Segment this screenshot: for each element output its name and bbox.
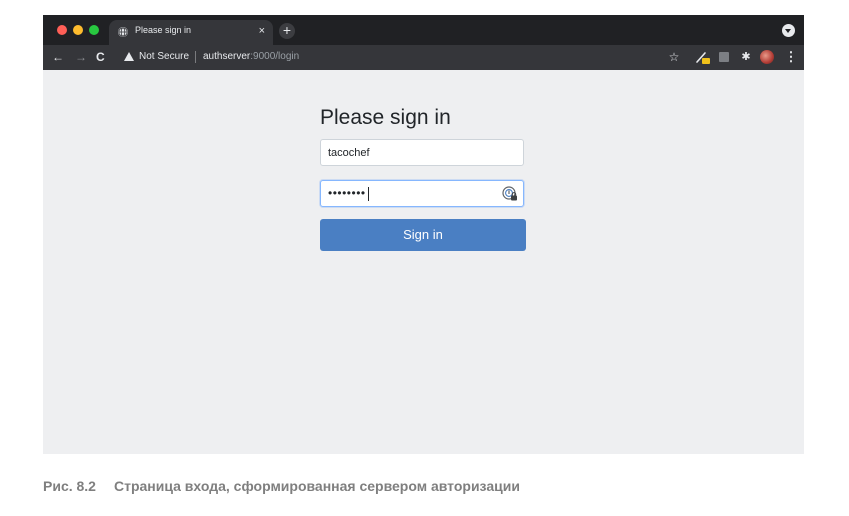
password-input[interactable]: ••••••••: [320, 180, 524, 207]
username-value: tacochef: [328, 147, 370, 159]
extension-square: [719, 52, 729, 62]
tab-search-icon[interactable]: [782, 24, 795, 37]
close-window-button[interactable]: [57, 25, 67, 35]
globe-icon: [118, 27, 128, 37]
username-input[interactable]: tacochef: [320, 139, 524, 166]
address-bar[interactable]: authserver:9000/login: [203, 51, 299, 62]
eyedropper-extension-icon[interactable]: [695, 50, 710, 64]
maximize-window-button[interactable]: [89, 25, 99, 35]
tab-close-icon[interactable]: ×: [259, 24, 265, 38]
figure-caption: Рис. 8.2 Страница входа, сформированная с…: [43, 478, 520, 494]
browser-tab[interactable]: Please sign in ×: [109, 20, 273, 45]
figure-number: Рис. 8.2: [43, 478, 96, 494]
tab-title: Please sign in: [135, 25, 192, 35]
puzzle-icon[interactable]: ✱: [739, 50, 753, 64]
url-path: :9000/login: [250, 51, 300, 62]
minimize-window-button[interactable]: [73, 25, 83, 35]
password-value: ••••••••: [328, 186, 366, 200]
password-manager-icon[interactable]: [502, 186, 518, 202]
forward-arrow-icon[interactable]: →: [75, 49, 87, 65]
bookmark-star-icon[interactable]: ☆: [667, 50, 681, 64]
title-bar: Please sign in × +: [43, 15, 804, 45]
security-status[interactable]: Not Secure: [139, 51, 189, 62]
figure-caption-text: Страница входа, сформированная сервером …: [113, 478, 520, 494]
kebab-menu-icon[interactable]: ⋮: [784, 50, 798, 64]
extension-grid-icon[interactable]: [717, 50, 731, 64]
sign-in-button[interactable]: Sign in: [320, 219, 526, 251]
browser-toolbar: ← → C Not Secure authserver:9000/login ☆…: [43, 45, 804, 70]
new-tab-button[interactable]: +: [279, 23, 295, 39]
reload-icon[interactable]: C: [96, 49, 105, 65]
profile-avatar[interactable]: [760, 50, 774, 64]
page-title: Please sign in: [320, 106, 451, 129]
extension-badge: [702, 58, 710, 64]
page-content: Please sign in tacochef •••••••• Sign in: [43, 70, 804, 454]
address-divider: [195, 51, 196, 63]
back-arrow-icon[interactable]: ←: [52, 49, 64, 65]
text-caret: [368, 187, 369, 201]
browser-window: Please sign in × + ← → C Not Secure auth…: [43, 15, 804, 454]
warning-icon[interactable]: [124, 52, 134, 61]
url-host: authserver: [203, 51, 251, 62]
